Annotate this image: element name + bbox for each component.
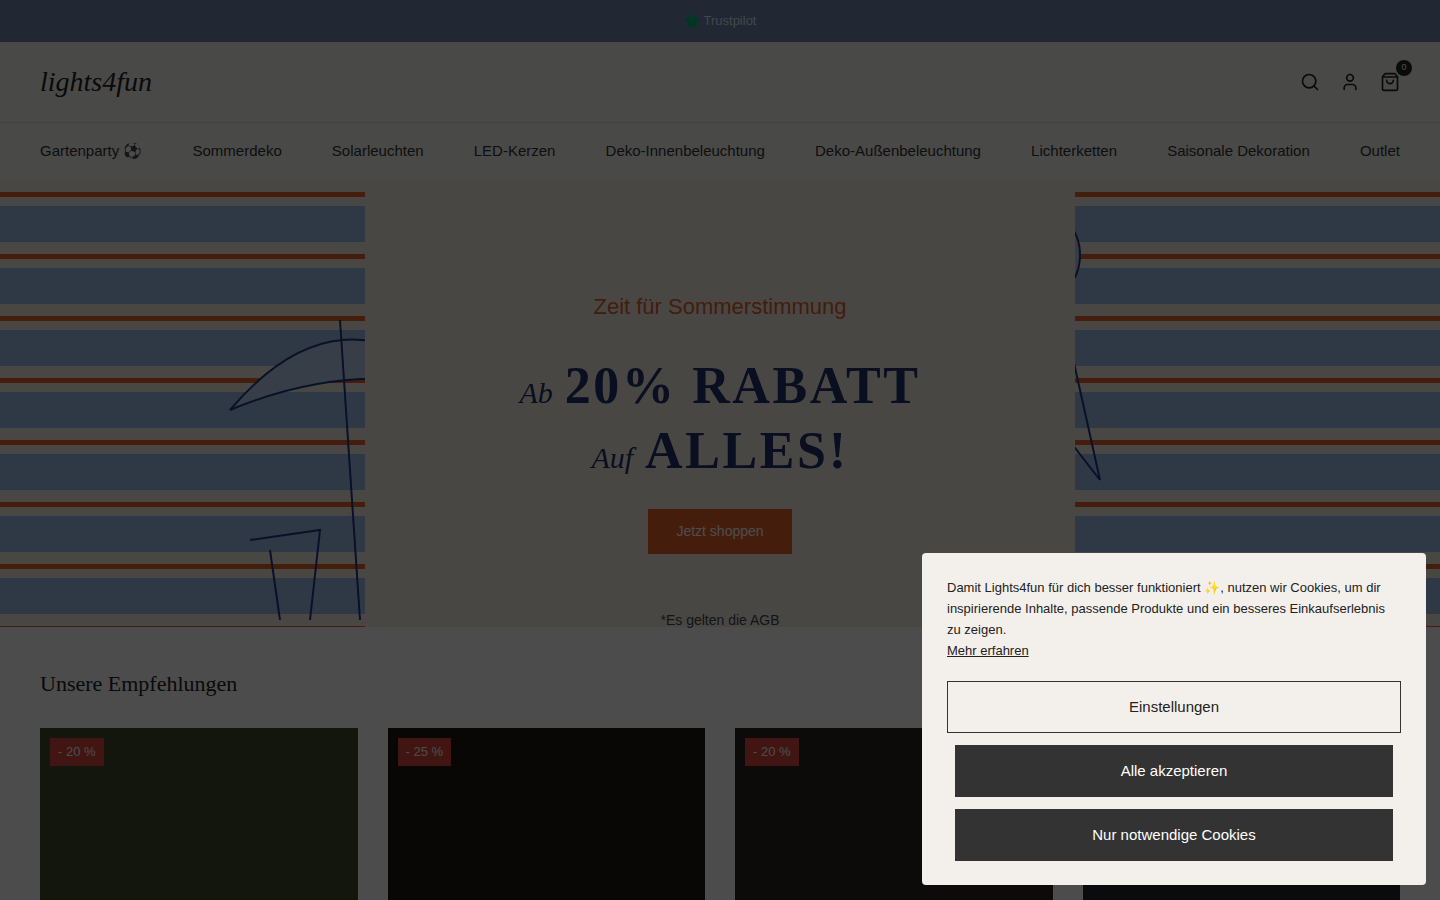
cookie-button[interactable]: Alle akzeptieren (955, 745, 1393, 797)
more-info-link[interactable]: Mehr erfahren (947, 640, 1401, 661)
cookie-banner: Damit Lights4fun für dich besser funktio… (922, 553, 1426, 885)
cookie-text: Damit Lights4fun für dich besser funktio… (947, 577, 1401, 640)
cookie-button[interactable]: Einstellungen (947, 681, 1401, 733)
page: Trustpilotlights4fun0Gartenparty ⚽Sommer… (0, 0, 1440, 900)
cookie-button[interactable]: Nur notwendige Cookies (955, 809, 1393, 861)
cookie-buttons: Einstellungen Alle akzeptieren Nur notwend… (947, 681, 1401, 861)
